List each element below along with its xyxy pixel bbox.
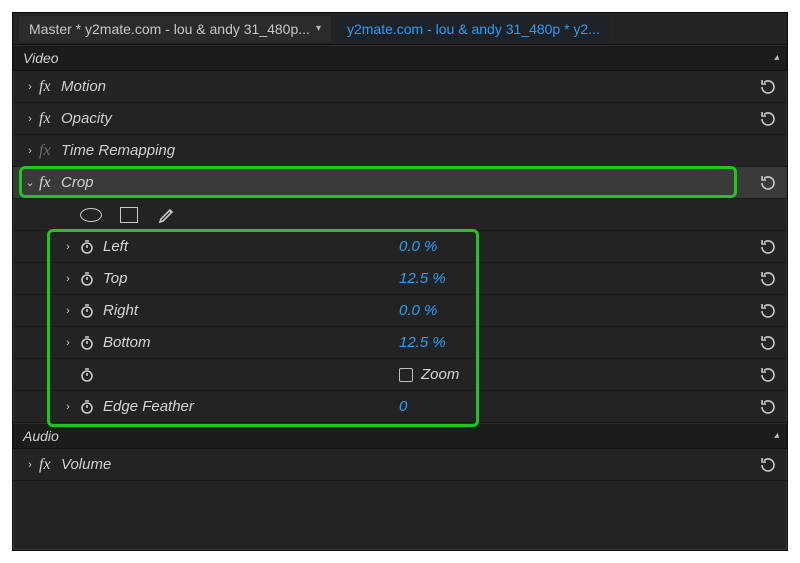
chevron-down-icon[interactable]: ⌄	[21, 176, 39, 189]
crop-left[interactable]: › Left 0.0 %	[13, 231, 787, 263]
tab-master-label: Master * y2mate.com - lou & andy 31_480p…	[29, 21, 310, 37]
effect-crop[interactable]: ⌄ fx Crop	[13, 167, 787, 199]
effect-crop-label: Crop	[61, 174, 94, 191]
reset-button[interactable]	[757, 364, 779, 386]
reset-button[interactable]	[757, 454, 779, 476]
section-audio[interactable]: Audio ▴	[13, 423, 787, 449]
reset-button[interactable]	[757, 108, 779, 130]
fx-icon[interactable]: fx	[39, 110, 61, 128]
effect-timeremap-label: Time Remapping	[61, 142, 175, 159]
pen-mask-icon[interactable]	[155, 206, 179, 224]
reset-button[interactable]	[757, 332, 779, 354]
fx-icon[interactable]: fx	[39, 174, 61, 192]
reset-button[interactable]	[757, 396, 779, 418]
crop-right-value[interactable]: 0.0 %	[399, 302, 437, 319]
reset-button[interactable]	[757, 236, 779, 258]
crop-mask-tools	[13, 199, 787, 231]
fx-icon[interactable]: fx	[39, 456, 61, 474]
crop-edge-feather[interactable]: › Edge Feather 0	[13, 391, 787, 423]
crop-bottom[interactable]: › Bottom 12.5 %	[13, 327, 787, 359]
reset-button[interactable]	[757, 172, 779, 194]
crop-left-label: Left	[103, 238, 323, 255]
chevron-right-icon[interactable]: ›	[21, 81, 39, 93]
chevron-down-icon[interactable]: ▾	[316, 23, 321, 34]
stopwatch-icon[interactable]	[77, 335, 97, 351]
crop-bottom-value[interactable]: 12.5 %	[399, 334, 446, 351]
crop-feather-label: Edge Feather	[103, 398, 323, 415]
collapse-icon[interactable]: ▴	[774, 430, 779, 441]
stopwatch-icon[interactable]	[77, 239, 97, 255]
chevron-right-icon[interactable]: ›	[21, 145, 39, 157]
section-video-label: Video	[23, 50, 59, 66]
chevron-right-icon[interactable]: ›	[59, 241, 77, 253]
fx-icon[interactable]: fx	[39, 78, 61, 96]
chevron-right-icon[interactable]: ›	[59, 305, 77, 317]
effect-controls-panel: Master * y2mate.com - lou & andy 31_480p…	[12, 12, 788, 551]
chevron-right-icon[interactable]: ›	[59, 337, 77, 349]
collapse-icon[interactable]: ▴	[774, 52, 779, 63]
effect-volume[interactable]: › fx Volume	[13, 449, 787, 481]
effect-motion[interactable]: › fx Motion	[13, 71, 787, 103]
tab-master[interactable]: Master * y2mate.com - lou & andy 31_480p…	[19, 16, 331, 42]
stopwatch-icon[interactable]	[77, 303, 97, 319]
tab-linked-label: y2mate.com - lou & andy 31_480p * y2...	[347, 21, 600, 37]
chevron-right-icon[interactable]: ›	[59, 273, 77, 285]
crop-right-label: Right	[103, 302, 323, 319]
crop-top-value[interactable]: 12.5 %	[399, 270, 446, 287]
stopwatch-icon[interactable]	[77, 271, 97, 287]
chevron-right-icon[interactable]: ›	[21, 113, 39, 125]
ellipse-mask-icon[interactable]	[79, 206, 103, 224]
section-audio-label: Audio	[23, 428, 59, 444]
effect-opacity-label: Opacity	[61, 110, 112, 127]
crop-top-label: Top	[103, 270, 323, 287]
crop-zoom-label: Zoom	[421, 366, 459, 383]
rectangle-mask-icon[interactable]	[117, 206, 141, 224]
fx-icon[interactable]: fx	[39, 142, 61, 160]
effect-opacity[interactable]: › fx Opacity	[13, 103, 787, 135]
crop-zoom[interactable]: Zoom	[13, 359, 787, 391]
tab-linked-clip[interactable]: y2mate.com - lou & andy 31_480p * y2...	[337, 16, 610, 42]
crop-bottom-label: Bottom	[103, 334, 323, 351]
reset-button[interactable]	[757, 268, 779, 290]
crop-top[interactable]: › Top 12.5 %	[13, 263, 787, 295]
chevron-right-icon[interactable]: ›	[21, 459, 39, 471]
crop-right[interactable]: › Right 0.0 %	[13, 295, 787, 327]
effect-time-remapping[interactable]: › fx Time Remapping	[13, 135, 787, 167]
reset-button[interactable]	[757, 76, 779, 98]
crop-feather-value[interactable]: 0	[399, 398, 407, 415]
stopwatch-icon[interactable]	[77, 399, 97, 415]
chevron-right-icon[interactable]: ›	[59, 401, 77, 413]
reset-button[interactable]	[757, 300, 779, 322]
crop-left-value[interactable]: 0.0 %	[399, 238, 437, 255]
stopwatch-icon[interactable]	[77, 367, 97, 383]
zoom-checkbox[interactable]	[399, 368, 413, 382]
effect-motion-label: Motion	[61, 78, 106, 95]
blank	[59, 369, 77, 381]
tab-strip: Master * y2mate.com - lou & andy 31_480p…	[13, 13, 787, 45]
section-video[interactable]: Video ▴	[13, 45, 787, 71]
effect-volume-label: Volume	[61, 456, 111, 473]
